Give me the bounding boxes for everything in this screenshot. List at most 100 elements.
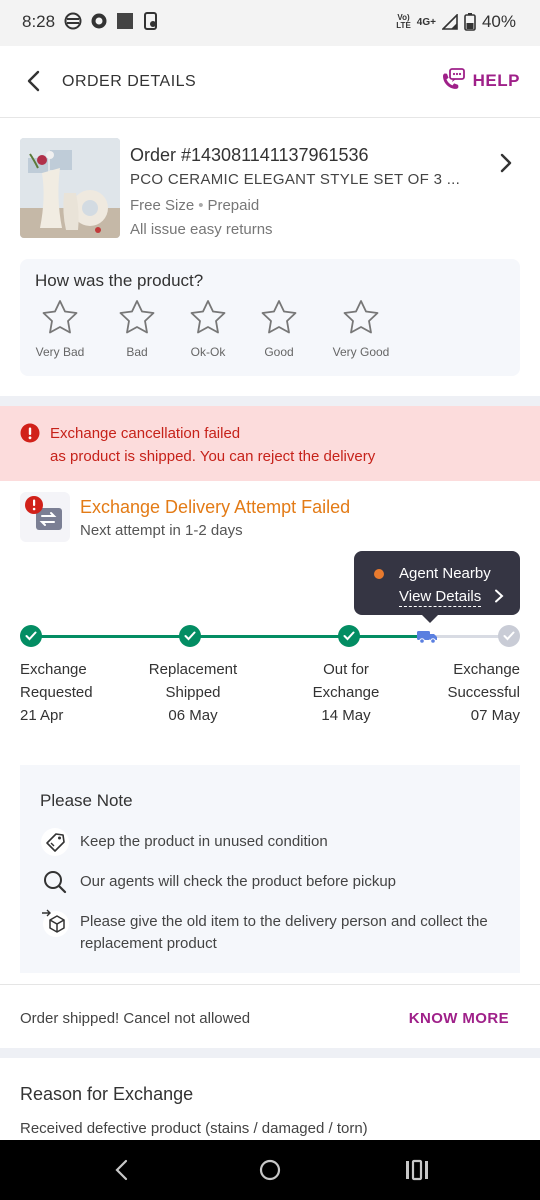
star-icon: [42, 300, 78, 334]
agent-tooltip[interactable]: Agent Nearby View Details: [354, 551, 520, 623]
step-out-for-exchange: Out for Exchange 14 May: [296, 658, 396, 727]
nav-back-icon[interactable]: [110, 1158, 134, 1182]
star-label: Very Bad: [35, 345, 85, 359]
step-replacement-shipped: Replacement Shipped 06 May: [133, 658, 253, 727]
note-item: Keep the product in unused condition: [40, 827, 510, 857]
tracker-line-done: [31, 635, 421, 638]
box-exchange-icon: [42, 909, 69, 937]
reason-text: Received defective product (stains / dam…: [20, 1120, 368, 1137]
cancel-status-text: Order shipped! Cancel not allowed: [20, 1010, 251, 1027]
step-exchange-successful: Exchange Successful 07 May: [447, 658, 520, 727]
check-icon: [343, 631, 355, 641]
reason-title: Reason for Exchange: [20, 1084, 194, 1104]
note-item: Please give the old item to the delivery…: [40, 907, 510, 955]
nav-recents-icon[interactable]: [404, 1158, 430, 1182]
note-text: Our agents will check the product before…: [80, 873, 397, 890]
delivery-failed-icon: [20, 492, 70, 542]
progress-tracker: [0, 624, 540, 654]
star-very-bad[interactable]: Very Bad: [20, 299, 100, 359]
star-very-good[interactable]: Very Good: [321, 299, 401, 359]
tracker-steps: Exchange Requested 21 Apr Replacement Sh…: [0, 658, 540, 728]
battery-percent: 40%: [481, 12, 516, 31]
status-time: 8:28: [22, 12, 56, 31]
network-label: Vo) LTE: [396, 13, 411, 30]
page-title: ORDER DETAILS: [62, 73, 197, 90]
star-icon: [343, 300, 379, 334]
help-label: HELP: [472, 71, 520, 90]
step-exchange-requested: Exchange Requested 21 Apr: [20, 658, 93, 727]
agent-status-label: Agent Nearby: [399, 565, 491, 582]
phone-sync-icon: [144, 12, 157, 30]
meta-separator: •: [198, 197, 204, 214]
section-divider: [0, 396, 540, 406]
star-ok[interactable]: Ok-Ok: [168, 299, 248, 359]
note-item: Our agents will check the product before…: [40, 867, 510, 897]
note-title: Please Note: [40, 791, 133, 810]
chevron-right-icon: [495, 589, 504, 603]
battery-icon: [464, 13, 476, 31]
vase-image: [20, 138, 120, 238]
vpn-icon: [64, 12, 82, 30]
star-label: Bad: [126, 345, 148, 359]
app-header: ORDER DETAILS HELP: [0, 46, 540, 118]
step-date: 07 May: [470, 707, 520, 724]
product-size: Free Size: [130, 197, 195, 214]
chevron-right-icon[interactable]: [498, 152, 514, 174]
product-thumbnail[interactable]: [20, 138, 120, 238]
search-icon: [44, 871, 67, 894]
error-title: Exchange cancellation failed: [50, 425, 241, 442]
check-icon: [503, 631, 515, 641]
view-details-link[interactable]: View Details: [399, 588, 482, 607]
star-rating: Very Bad Bad Ok-Ok Good Very Good: [20, 299, 520, 369]
status-notification-icons: [64, 12, 160, 30]
status-dot: [374, 569, 384, 579]
payment-type: Prepaid: [207, 197, 260, 214]
section-divider: [0, 1048, 540, 1058]
square-icon: [117, 13, 133, 29]
star-good[interactable]: Good: [239, 299, 319, 359]
circle-icon: [91, 13, 107, 29]
check-icon: [184, 631, 196, 641]
network-type: 4G+: [416, 16, 436, 28]
star-bad[interactable]: Bad: [97, 299, 177, 359]
star-label: Ok-Ok: [190, 345, 226, 359]
returns-policy: All issue easy returns: [130, 221, 273, 238]
help-button[interactable]: HELP: [439, 68, 520, 94]
system-nav-bar: [0, 1140, 540, 1200]
delivery-truck-icon: [417, 631, 437, 644]
alert-icon: [20, 423, 40, 443]
error-subtitle: as product is shipped. You can reject th…: [50, 448, 376, 465]
note-text: Keep the product in unused condition: [80, 833, 328, 850]
status-bar: 8:28 Vo) LTE 4G+ 40%: [0, 0, 540, 46]
step-node-4: [498, 625, 520, 647]
step-date: 14 May: [321, 707, 371, 724]
product-meta: Free Size • Prepaid: [130, 197, 259, 214]
note-text: Please give the old item to the delivery…: [80, 913, 488, 952]
product-card: Order #143081141137961536 PCO CERAMIC EL…: [0, 118, 540, 396]
know-more-link[interactable]: KNOW MORE: [409, 1010, 509, 1027]
star-label: Very Good: [332, 345, 390, 359]
signal-icon: [441, 14, 458, 30]
check-icon: [25, 631, 37, 641]
star-icon: [119, 300, 155, 334]
step-node-2: [179, 625, 201, 647]
tag-icon: [41, 828, 69, 856]
nav-home-icon[interactable]: [258, 1158, 282, 1182]
star-label: Good: [264, 345, 294, 359]
rating-box: How was the product? Very Bad Bad Ok-Ok …: [20, 259, 520, 376]
status-right: Vo) LTE 4G+ 40%: [396, 12, 516, 32]
rating-question: How was the product?: [35, 271, 204, 290]
star-icon: [261, 300, 297, 334]
step-node-3: [338, 625, 360, 647]
cancel-info-row: Order shipped! Cancel not allowed KNOW M…: [0, 984, 540, 1048]
please-note-box: Please Note Keep the product in unused c…: [20, 765, 520, 973]
order-id: Order #143081141137961536: [130, 145, 369, 165]
help-phone-icon: [442, 68, 465, 89]
star-icon: [190, 300, 226, 334]
step-date: 06 May: [168, 707, 218, 724]
attempt-subtitle: Next attempt in 1-2 days: [80, 522, 243, 539]
attempt-title: Exchange Delivery Attempt Failed: [80, 497, 351, 517]
error-banner: Exchange cancellation failed as product …: [0, 406, 540, 481]
back-arrow-icon[interactable]: [22, 68, 48, 94]
step-date: 21 Apr: [20, 707, 64, 724]
